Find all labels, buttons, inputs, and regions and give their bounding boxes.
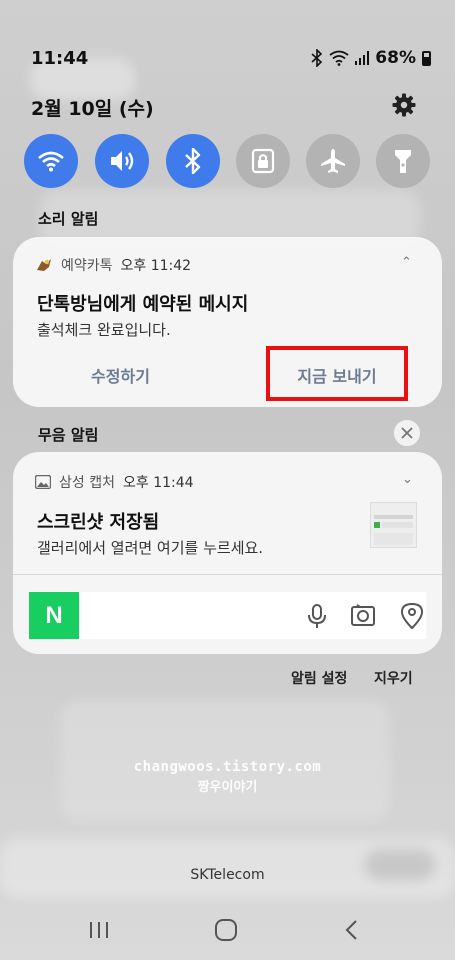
flashlight-icon	[395, 150, 411, 173]
cell-signal-icon	[355, 51, 370, 65]
rotation-lock-toggle[interactable]	[236, 134, 290, 188]
capture-notification-card[interactable]: 삼성 캡처 오후 11:44 ⌄ 스크린샷 저장됨 갤러리에서 열려면 여기를 …	[13, 452, 442, 654]
flashlight-toggle[interactable]	[376, 134, 430, 188]
recent-apps-icon[interactable]	[84, 917, 114, 943]
watermark-url: changwoos.tistory.com	[133, 759, 322, 775]
home-icon[interactable]	[211, 917, 241, 943]
edit-button[interactable]: 수정하기	[53, 363, 188, 387]
naver-logo[interactable]: N	[29, 592, 79, 639]
collapse-chevron-icon[interactable]: ⌃	[401, 255, 412, 270]
clear-silent-button[interactable]	[393, 419, 421, 447]
quick-settings-row	[24, 134, 434, 188]
wifi-icon	[329, 50, 349, 66]
battery-percent: 68%	[375, 48, 416, 68]
lens-icon[interactable]	[349, 602, 377, 630]
close-icon	[401, 427, 413, 439]
airplane-toggle[interactable]	[306, 134, 360, 188]
battery-icon	[422, 50, 431, 66]
notification-app-row: 삼성 캡처 오후 11:44	[35, 472, 194, 492]
notification-title: 스크린샷 저장됨	[37, 512, 160, 533]
gear-icon[interactable]	[392, 93, 416, 117]
notification-body: 갤러리에서 열려면 여기를 누르세요.	[37, 539, 264, 557]
gallery-icon	[35, 475, 51, 489]
highlight-box	[266, 346, 408, 401]
sound-notifications-header: 소리 알림	[38, 210, 99, 228]
notification-body: 출석체크 완료입니다.	[37, 321, 171, 339]
screenshot-thumbnail[interactable]	[370, 502, 417, 548]
app-name: 삼성 캡처	[59, 475, 115, 491]
notification-time: 오후 11:42	[120, 258, 192, 274]
silent-notifications-header: 무음 알림	[38, 426, 99, 444]
microphone-icon[interactable]	[303, 602, 331, 630]
status-bar: 11:44 68%	[0, 40, 455, 80]
notification-title: 단톡방님에게 예약된 메시지	[37, 294, 249, 315]
watermark-name: 짱우이야기	[197, 780, 258, 795]
divider	[13, 574, 442, 575]
app-name: 예약카톡	[61, 258, 113, 274]
notification-app-row: 예약카톡 오후 11:42	[35, 255, 191, 275]
expand-chevron-icon[interactable]: ⌄	[402, 472, 413, 487]
kakao-app-icon	[37, 259, 51, 271]
naver-search-widget[interactable]: N	[29, 592, 426, 639]
date-label: 2월 10일 (수)	[31, 98, 154, 120]
kakao-notification-card[interactable]: 예약카톡 오후 11:42 ⌃ 단톡방님에게 예약된 메시지 출석체크 완료입니…	[13, 237, 442, 407]
back-icon[interactable]	[337, 917, 367, 943]
bluetooth-icon	[185, 148, 201, 174]
carrier-label: SKTelecom	[190, 867, 265, 883]
wifi-toggle[interactable]	[24, 134, 78, 188]
location-icon[interactable]	[398, 602, 426, 630]
bluetooth-toggle[interactable]	[166, 134, 220, 188]
notification-time: 오후 11:44	[122, 475, 194, 491]
clock: 11:44	[31, 48, 89, 69]
bluetooth-icon	[311, 49, 323, 67]
speaker-icon	[111, 151, 134, 171]
status-icons: 68%	[311, 48, 431, 68]
wifi-icon	[38, 151, 64, 172]
navigation-bar	[0, 905, 455, 953]
airplane-icon	[321, 149, 345, 173]
lock-icon	[251, 148, 275, 174]
clear-all-link[interactable]: 지우기	[374, 668, 413, 688]
notification-settings-link[interactable]: 알림 설정	[291, 668, 347, 688]
sound-toggle[interactable]	[95, 134, 149, 188]
